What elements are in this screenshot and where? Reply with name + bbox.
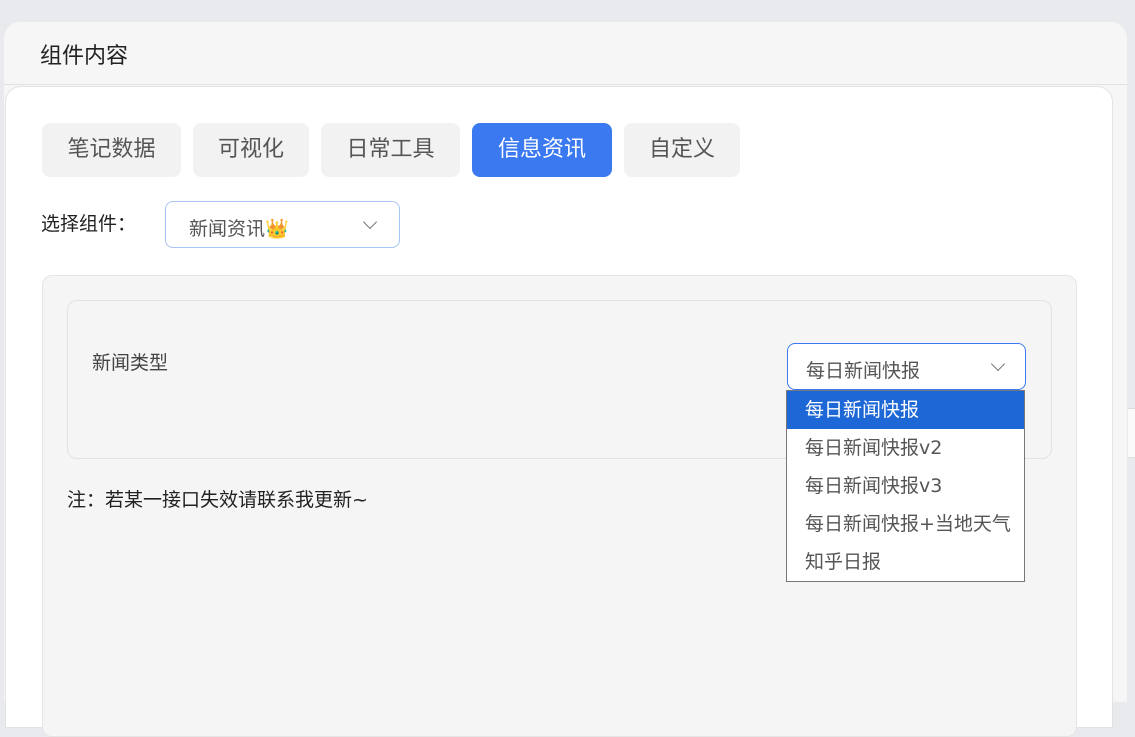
news-type-select[interactable]: 每日新闻快报 (787, 343, 1026, 390)
tab-notes-data[interactable]: 笔记数据 (42, 123, 181, 177)
chevron-down-icon (990, 356, 1006, 372)
news-type-option[interactable]: 每日新闻快报v3 (787, 467, 1024, 505)
news-type-option[interactable]: 每日新闻快报v2 (787, 429, 1024, 467)
news-type-select-value: 每日新闻快报 (806, 360, 921, 382)
news-type-label: 新闻类型 (92, 352, 169, 374)
note-text: 注：若某一接口失效请联系我更新~ (67, 489, 368, 511)
news-type-option[interactable]: 每日新闻快报 (787, 391, 1024, 429)
window-title: 组件内容 (40, 44, 129, 69)
news-type-options-list: 每日新闻快报 每日新闻快报v2 每日新闻快报v3 每日新闻快报+当地天气 知乎日… (786, 390, 1025, 582)
tab-visualization[interactable]: 可视化 (193, 123, 309, 177)
tab-daily-tools[interactable]: 日常工具 (321, 123, 460, 177)
title-divider (4, 84, 1127, 85)
component-content-window: 组件内容 笔记数据 可视化 日常工具 信息资讯 自定义 选择组件： 新闻资讯👑 … (4, 22, 1127, 737)
tab-news-info[interactable]: 信息资讯 (472, 123, 612, 177)
component-select-value: 新闻资讯👑 (189, 218, 289, 240)
news-type-option[interactable]: 知乎日报 (787, 543, 1024, 581)
tab-custom[interactable]: 自定义 (624, 123, 740, 177)
chevron-down-icon (362, 214, 378, 230)
component-select-label: 选择组件： (41, 213, 137, 235)
news-type-option[interactable]: 每日新闻快报+当地天气 (787, 505, 1024, 543)
background-window-edge (1128, 408, 1135, 458)
component-select[interactable]: 新闻资讯👑 (165, 201, 400, 248)
